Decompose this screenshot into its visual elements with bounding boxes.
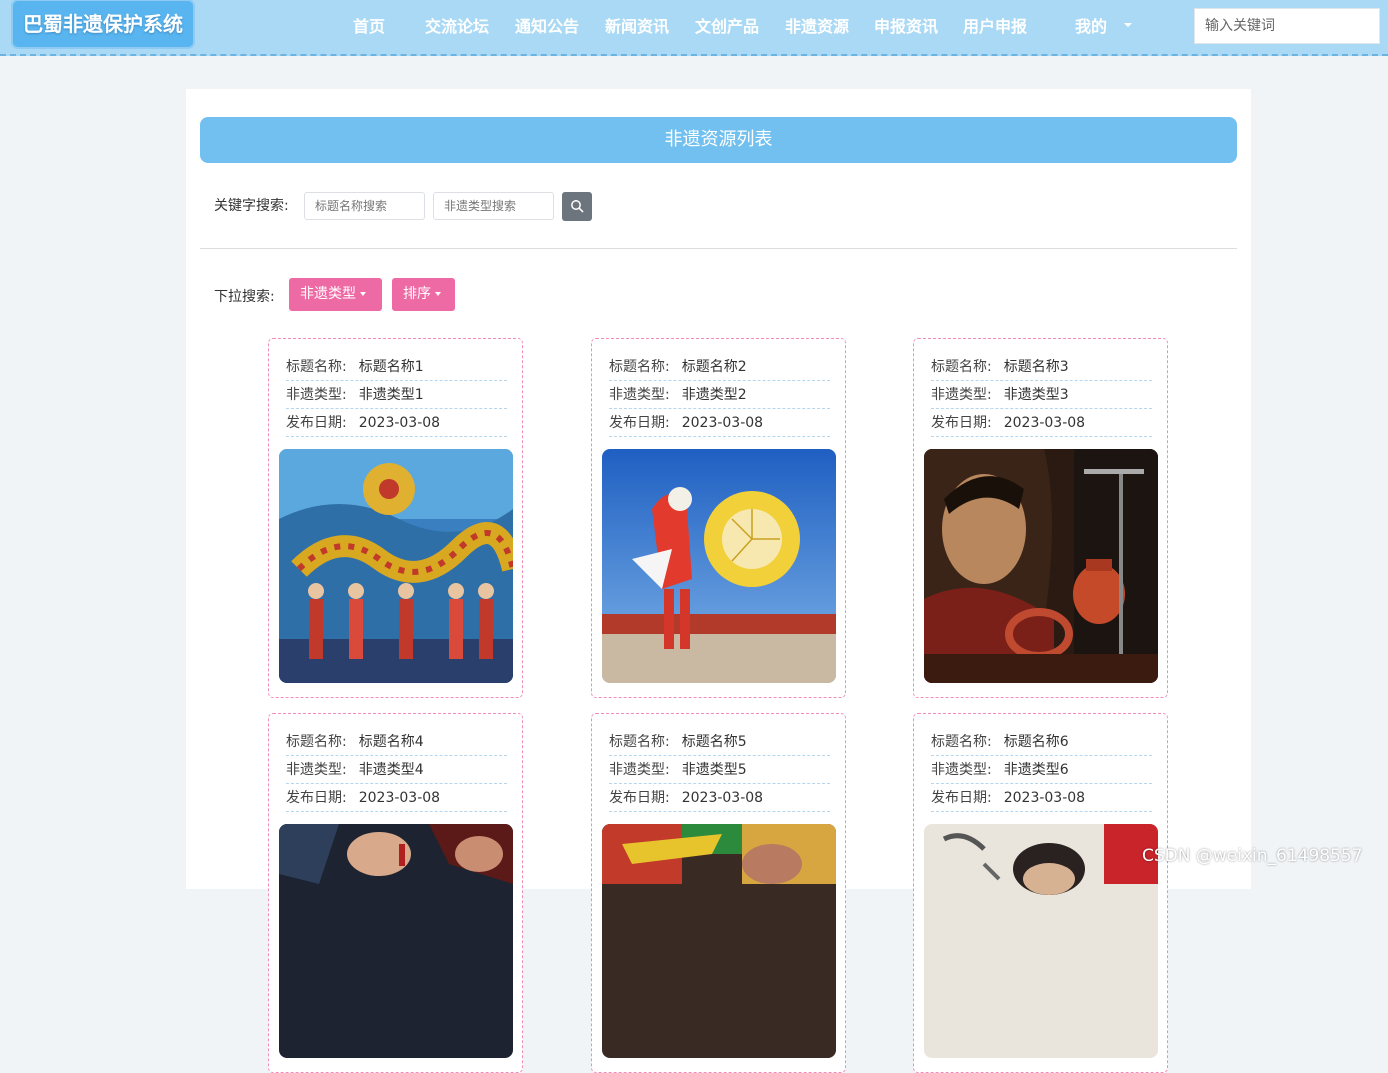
- card-type-row: 非遗类型: 非遗类型3: [931, 382, 1152, 409]
- nav-news[interactable]: 新闻资讯: [605, 15, 669, 39]
- nav-my-account[interactable]: 我的: [1075, 15, 1107, 39]
- nav-heritage-resources[interactable]: 非遗资源: [785, 15, 849, 39]
- card-title: 标题名称2: [681, 359, 747, 375]
- nav-creative-products[interactable]: 文创产品: [695, 15, 759, 39]
- nav-forum[interactable]: 交流论坛: [425, 15, 489, 39]
- nav-notices[interactable]: 通知公告: [515, 15, 579, 39]
- date-field-label: 发布日期:: [609, 790, 670, 806]
- card-title-row: 标题名称: 标题名称6: [931, 729, 1152, 756]
- search-icon: [571, 200, 584, 213]
- card-date-row: 发布日期: 2023-03-08: [609, 410, 830, 437]
- card-date: 2023-03-08: [358, 790, 441, 806]
- card-type-row: 非遗类型: 非遗类型5: [609, 757, 830, 784]
- type-search-input[interactable]: [433, 192, 554, 220]
- card-type-row: 非遗类型: 非遗类型1: [286, 382, 507, 409]
- card-date: 2023-03-08: [681, 790, 764, 806]
- top-navbar: 巴蜀非遗保护系统 首页 交流论坛 通知公告 新闻资讯 文创产品 非遗资源 申报资…: [0, 0, 1388, 56]
- type-dropdown-button[interactable]: 非遗类型: [289, 278, 382, 311]
- resource-card[interactable]: 标题名称: 标题名称6 非遗类型: 非遗类型6 发布日期: 2023-03-08: [913, 713, 1168, 1073]
- card-title-row: 标题名称: 标题名称5: [609, 729, 830, 756]
- date-field-label: 发布日期:: [286, 415, 347, 431]
- date-field-label: 发布日期:: [931, 790, 992, 806]
- card-type-row: 非遗类型: 非遗类型2: [609, 382, 830, 409]
- site-logo[interactable]: 巴蜀非遗保护系统: [13, 1, 193, 47]
- resource-card[interactable]: 标题名称: 标题名称1 非遗类型: 非遗类型1 发布日期: 2023-03-08: [268, 338, 523, 698]
- lacquer-craftsman-photo[interactable]: [924, 449, 1158, 683]
- resource-card[interactable]: 标题名称: 标题名称4 非遗类型: 非遗类型4 发布日期: 2023-03-08: [268, 713, 523, 1073]
- card-type: 非遗类型4: [358, 762, 424, 778]
- card-date: 2023-03-08: [1003, 790, 1086, 806]
- date-field-label: 发布日期:: [286, 790, 347, 806]
- title-field-label: 标题名称:: [931, 734, 992, 750]
- title-field-label: 标题名称:: [609, 359, 670, 375]
- type-field-label: 非遗类型:: [609, 762, 670, 778]
- type-field-label: 非遗类型:: [286, 387, 347, 403]
- resource-card[interactable]: 标题名称: 标题名称3 非遗类型: 非遗类型3 发布日期: 2023-03-08: [913, 338, 1168, 698]
- divider: [200, 248, 1237, 249]
- dropdown-search-label: 下拉搜索:: [214, 289, 275, 305]
- type-field-label: 非遗类型:: [931, 387, 992, 403]
- type-field-label: 非遗类型:: [931, 762, 992, 778]
- folk-dance-fan-photo[interactable]: [602, 449, 836, 683]
- card-type-row: 非遗类型: 非遗类型4: [286, 757, 507, 784]
- card-date-row: 发布日期: 2023-03-08: [609, 785, 830, 812]
- title-search-input[interactable]: [304, 192, 425, 220]
- type-field-label: 非遗类型:: [286, 762, 347, 778]
- sort-dropdown-label: 排序: [403, 286, 431, 302]
- card-date-row: 发布日期: 2023-03-08: [931, 410, 1152, 437]
- sort-dropdown-button[interactable]: 排序: [392, 278, 455, 311]
- resource-card[interactable]: 标题名称: 标题名称5 非遗类型: 非遗类型5 发布日期: 2023-03-08: [591, 713, 846, 1073]
- page-title: 非遗资源列表: [200, 117, 1237, 163]
- handcraft-photo[interactable]: [279, 824, 513, 1058]
- card-type: 非遗类型1: [358, 387, 424, 403]
- title-field-label: 标题名称:: [286, 734, 347, 750]
- title-field-label: 标题名称:: [931, 359, 992, 375]
- type-dropdown-label: 非遗类型: [300, 286, 356, 302]
- card-title: 标题名称5: [681, 734, 747, 750]
- title-field-label: 标题名称:: [609, 734, 670, 750]
- card-title: 标题名称1: [358, 359, 424, 375]
- calligraphy-photo[interactable]: [924, 824, 1158, 1058]
- watermark-text: CSDN @weixin_61498557: [1142, 846, 1363, 866]
- card-type: 非遗类型5: [681, 762, 747, 778]
- card-title-row: 标题名称: 标题名称1: [286, 354, 507, 381]
- nav-application-news[interactable]: 申报资讯: [874, 15, 938, 39]
- card-type: 非遗类型2: [681, 387, 747, 403]
- caret-down-icon: [360, 292, 366, 296]
- card-type-row: 非遗类型: 非遗类型6: [931, 757, 1152, 784]
- resource-card[interactable]: 标题名称: 标题名称2 非遗类型: 非遗类型2 发布日期: 2023-03-08: [591, 338, 846, 698]
- keyword-search-label: 关键字搜索:: [214, 198, 289, 214]
- card-title-row: 标题名称: 标题名称4: [286, 729, 507, 756]
- card-type: 非遗类型3: [1003, 387, 1069, 403]
- card-title-row: 标题名称: 标题名称2: [609, 354, 830, 381]
- type-field-label: 非遗类型:: [609, 387, 670, 403]
- header-search-input[interactable]: [1194, 8, 1380, 44]
- chevron-down-icon[interactable]: [1124, 23, 1132, 27]
- card-title: 标题名称6: [1003, 734, 1069, 750]
- nav-user-application[interactable]: 用户申报: [963, 15, 1027, 39]
- card-title: 标题名称4: [358, 734, 424, 750]
- date-field-label: 发布日期:: [609, 415, 670, 431]
- card-date: 2023-03-08: [681, 415, 764, 431]
- date-field-label: 发布日期:: [931, 415, 992, 431]
- dragon-dance-photo[interactable]: [279, 449, 513, 683]
- card-title: 标题名称3: [1003, 359, 1069, 375]
- card-type: 非遗类型6: [1003, 762, 1069, 778]
- card-date-row: 发布日期: 2023-03-08: [931, 785, 1152, 812]
- card-date: 2023-03-08: [358, 415, 441, 431]
- card-date: 2023-03-08: [1003, 415, 1086, 431]
- search-button[interactable]: [562, 192, 592, 221]
- embroidery-photo[interactable]: [602, 824, 836, 1058]
- card-date-row: 发布日期: 2023-03-08: [286, 785, 507, 812]
- title-field-label: 标题名称:: [286, 359, 347, 375]
- caret-down-icon: [435, 292, 441, 296]
- card-title-row: 标题名称: 标题名称3: [931, 354, 1152, 381]
- card-date-row: 发布日期: 2023-03-08: [286, 410, 507, 437]
- nav-home[interactable]: 首页: [353, 15, 385, 39]
